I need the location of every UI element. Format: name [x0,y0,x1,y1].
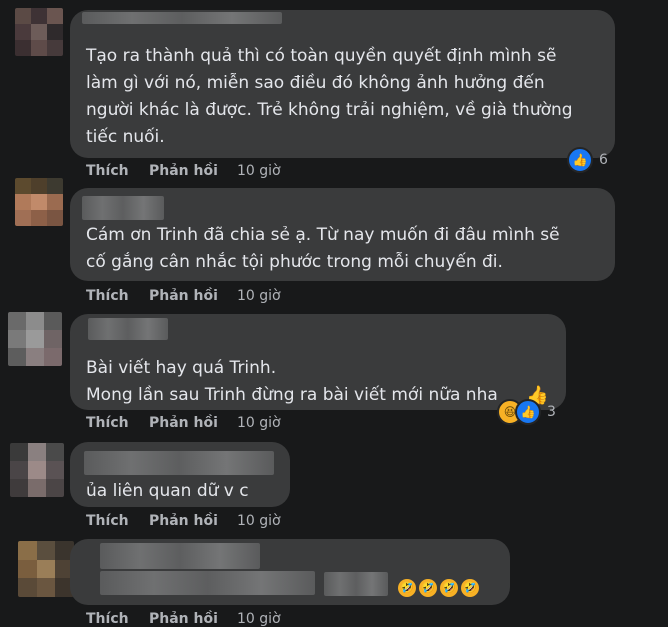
rolling-on-floor-laughing-icon: 🤣 [398,578,416,597]
commenter-name[interactable] [84,451,274,475]
comment-bubble: Tạo ra thành quả thì có toàn quyền quyết… [70,10,615,158]
rolling-on-floor-laughing-icon: 🤣 [461,578,479,597]
reply-button[interactable]: Phản hồi [149,513,218,529]
timestamp[interactable]: 10 giờ [237,288,281,304]
comment-line: Mong lần sau Trinh đừng ra bài viết mới … [86,385,498,405]
comment-line: Cám ơn Trinh đã chia sẻ ạ. Từ nay muốn đ… [86,225,560,245]
comment-line: tiếc nuối. [86,127,165,147]
reply-button[interactable]: Phản hồi [149,415,218,431]
comment-4: ủa liên quan dữ v c Thích Phản hồi 10 gi… [0,435,668,535]
commenter-name[interactable] [82,12,282,24]
avatar[interactable] [18,541,74,597]
avatar[interactable] [15,178,63,226]
comment-bubble: Cám ơn Trinh đã chia sẻ ạ. Từ nay muốn đ… [70,188,615,281]
rolling-on-floor-laughing-icon: 🤣 [419,578,437,597]
thumbs-up-icon: 👍 [567,147,593,173]
comment-line: Tạo ra thành quả thì có toàn quyền quyết… [86,46,557,66]
reaction-count: 6 [599,152,608,168]
rolling-on-floor-laughing-icon: 🤣 [440,578,458,597]
avatar[interactable] [10,443,64,497]
comment-line: ủa liên quan dữ v c [86,481,249,501]
reaction-summary[interactable]: 😆 👍 3 [497,399,556,425]
reply-button[interactable]: Phản hồi [149,288,218,304]
reaction-count: 3 [547,404,556,420]
comment-5: 🤣 🤣 🤣 🤣 Thích Phản hồi 10 giờ [0,535,668,627]
avatar[interactable] [15,8,63,56]
commenter-name[interactable] [100,543,260,569]
comment-bubble: 🤣 🤣 🤣 🤣 [70,539,510,605]
reaction-summary[interactable]: 👍 6 [567,147,608,173]
timestamp[interactable]: 10 giờ [237,513,281,529]
comment-line: Bài viết hay quá Trinh. [86,358,277,378]
comment-3: Bài viết hay quá Trinh. Mong lần sau Tri… [0,305,668,435]
timestamp[interactable]: 10 giờ [237,611,281,627]
comment-2: Cám ơn Trinh đã chia sẻ ạ. Từ nay muốn đ… [0,175,668,305]
comment-bubble: Bài viết hay quá Trinh. Mong lần sau Tri… [70,314,566,410]
commenter-name[interactable] [82,196,164,220]
comment-1: Tạo ra thành quả thì có toàn quyền quyết… [0,0,668,185]
like-button[interactable]: Thích [86,415,129,431]
comment-bubble: ủa liên quan dữ v c [70,442,290,507]
avatar[interactable] [8,312,62,366]
like-button[interactable]: Thích [86,611,129,627]
commenter-name[interactable] [88,318,168,340]
like-button[interactable]: Thích [86,288,129,304]
thumbs-up-icon: 👍 [515,399,541,425]
comment-line: cố gắng cân nhắc tội phước trong mỗi chu… [86,252,503,272]
blurred-text [100,571,315,595]
timestamp[interactable]: 10 giờ [237,415,281,431]
blurred-text [324,572,388,596]
comment-line: làm gì với nó, miễn sao điều đó không ản… [86,73,545,93]
reply-button[interactable]: Phản hồi [149,611,218,627]
like-button[interactable]: Thích [86,513,129,529]
emoji-row: 🤣 🤣 🤣 🤣 [395,577,479,597]
comment-line: người khác là được. Trẻ không trải nghiệ… [86,100,573,120]
